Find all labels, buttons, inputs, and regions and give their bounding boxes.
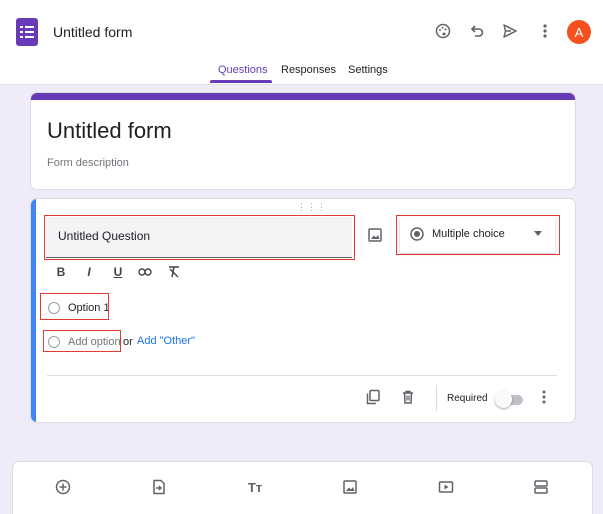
more-vert-icon[interactable] — [534, 20, 556, 42]
form-title[interactable]: Untitled form — [47, 118, 172, 144]
highlight-box — [40, 293, 109, 320]
highlight-box — [44, 215, 355, 260]
clear-formatting-icon[interactable] — [167, 265, 181, 279]
form-name[interactable]: Untitled form — [53, 24, 132, 40]
import-questions-icon[interactable] — [150, 478, 168, 496]
add-video-icon[interactable] — [437, 478, 455, 496]
tab-questions[interactable]: Questions — [218, 64, 268, 76]
footer-divider — [436, 385, 437, 411]
or-text: or — [123, 336, 133, 348]
italic-icon[interactable]: I — [82, 265, 96, 279]
highlight-box — [43, 330, 121, 352]
active-question-indicator — [31, 199, 36, 422]
app-header: Untitled form A Questions Responses Sett… — [0, 0, 603, 85]
forms-logo-icon[interactable] — [16, 18, 38, 46]
add-other-button[interactable]: Add "Other" — [137, 335, 195, 347]
add-question-icon[interactable] — [54, 478, 72, 496]
bottom-toolbar: Tт — [12, 461, 593, 514]
drag-handle-icon[interactable]: ⋮⋮⋮ — [297, 202, 327, 213]
link-icon[interactable] — [138, 265, 152, 279]
form-description-field[interactable]: Form description — [47, 157, 129, 169]
add-image-icon[interactable] — [367, 227, 383, 243]
send-icon[interactable] — [499, 20, 521, 42]
delete-icon[interactable] — [400, 389, 416, 405]
duplicate-icon[interactable] — [365, 389, 381, 405]
required-toggle-knob[interactable] — [495, 391, 512, 408]
title-card-accent — [31, 93, 575, 100]
required-label: Required — [447, 393, 488, 404]
add-title-icon[interactable]: Tт — [246, 478, 264, 496]
highlight-box — [396, 215, 560, 255]
form-title-card: Untitled form Form description — [30, 92, 576, 190]
question-more-icon[interactable] — [536, 389, 552, 405]
bold-icon[interactable]: B — [54, 265, 68, 279]
palette-icon[interactable] — [432, 20, 454, 42]
tab-settings[interactable]: Settings — [348, 64, 388, 76]
tab-responses[interactable]: Responses — [281, 64, 336, 76]
underline-icon[interactable]: U — [111, 265, 125, 279]
question-card[interactable]: ⋮⋮⋮ Untitled Question Multiple choice B … — [30, 198, 576, 423]
undo-icon[interactable] — [466, 20, 488, 42]
add-section-icon[interactable] — [532, 478, 550, 496]
avatar[interactable]: A — [567, 20, 591, 44]
divider — [47, 375, 557, 376]
active-tab-indicator — [210, 80, 272, 83]
add-image-icon[interactable] — [341, 478, 359, 496]
